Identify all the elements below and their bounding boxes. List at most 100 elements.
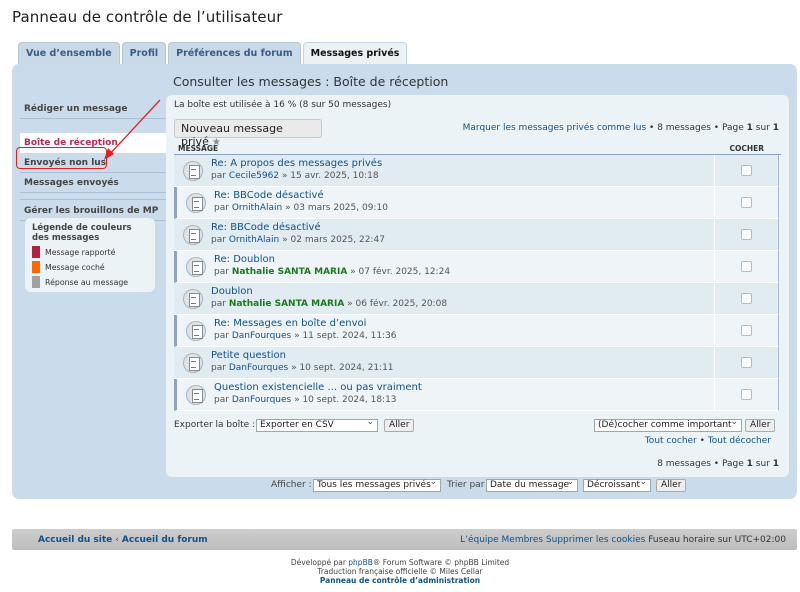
inbox-usage: La boîte est utilisée à 16 % (8 sur 50 m… xyxy=(174,100,392,110)
members-link[interactable]: Membres xyxy=(502,535,544,545)
message-checkbox[interactable] xyxy=(741,293,752,304)
acp-link[interactable]: Panneau de contrôle d’administration xyxy=(320,576,480,585)
page-of: sur xyxy=(755,459,770,469)
legend-label: Réponse au message xyxy=(45,277,129,287)
check-cell xyxy=(714,219,778,250)
message-row: Doublon par Nathalie SANTA MARIA » 06 fév… xyxy=(174,283,779,315)
content-heading: Consulter les messages : Boîte de récept… xyxy=(173,74,449,89)
tab-preferences[interactable]: Préférences du forum xyxy=(168,42,301,64)
message-row: Question existencielle ... ou pas vraime… xyxy=(174,379,779,411)
message-read-icon xyxy=(183,289,203,309)
author-link[interactable]: DanFourques xyxy=(232,395,291,405)
check-cell xyxy=(714,315,778,346)
author-link[interactable]: Nathalie SANTA MARIA xyxy=(232,267,347,277)
author-link[interactable]: OrnithAlain xyxy=(229,235,279,245)
export-select[interactable]: Exporter en CSV xyxy=(256,417,378,432)
message-read-icon xyxy=(186,193,206,213)
message-read-icon xyxy=(183,225,203,245)
legend-swatch xyxy=(32,261,40,273)
message-checkbox[interactable] xyxy=(741,165,752,176)
page-total: 1 xyxy=(772,123,779,133)
message-checkbox[interactable] xyxy=(741,229,752,240)
column-check: COCHER xyxy=(729,144,764,153)
message-date: » 10 sept. 2024, 21:11 xyxy=(291,363,394,373)
sort-select[interactable]: Date du message xyxy=(486,477,578,492)
message-date: » 02 mars 2025, 22:47 xyxy=(282,235,385,245)
message-read-icon xyxy=(186,385,206,405)
order-select[interactable]: Décroissant xyxy=(583,477,651,492)
mark-read-link[interactable]: Marquer les messages privés comme lus xyxy=(463,123,647,133)
message-meta: par Cecile5962 » 15 avr. 2025, 10:18 xyxy=(211,171,379,181)
delete-cookies-link[interactable]: Supprimer les cookies xyxy=(546,535,645,545)
by-label: par xyxy=(211,235,226,245)
message-checkbox[interactable] xyxy=(741,197,752,208)
legend-swatch xyxy=(32,246,40,258)
message-subject-link[interactable]: Petite question xyxy=(211,350,286,361)
author-link[interactable]: DanFourques xyxy=(232,331,291,341)
pager-text: • 8 messages • Page xyxy=(649,123,744,133)
author-link[interactable]: OrnithAlain xyxy=(232,203,282,213)
check-all-link[interactable]: Tout cocher xyxy=(645,436,697,446)
message-date: » 11 sept. 2024, 11:36 xyxy=(294,331,397,341)
uncheck-all-link[interactable]: Tout décocher xyxy=(708,436,771,446)
message-subject-link[interactable]: Doublon xyxy=(211,286,253,297)
credit-prefix: Développé par xyxy=(290,558,346,567)
message-subject-link[interactable]: Re: A propos des messages privés xyxy=(211,158,382,169)
export-go-button[interactable]: Aller xyxy=(384,419,415,432)
color-legend: Légende de couleurs des messages Message… xyxy=(25,218,155,292)
message-subject-link[interactable]: Question existencielle ... ou pas vraime… xyxy=(214,382,422,393)
author-link[interactable]: Nathalie SANTA MARIA xyxy=(229,299,344,309)
message-meta: par Nathalie SANTA MARIA » 06 févr. 2025… xyxy=(211,299,447,309)
message-checkbox[interactable] xyxy=(741,389,752,400)
pager-top: Marquer les messages privés comme lus • … xyxy=(463,123,779,133)
message-row: Re: BBCode désactivé par OrnithAlain » 02… xyxy=(174,219,779,251)
show-select[interactable]: Tous les messages privés xyxy=(313,477,441,492)
message-meta: par DanFourques » 10 sept. 2024, 18:13 xyxy=(214,395,397,405)
author-link[interactable]: DanFourques xyxy=(229,363,288,373)
message-checkbox[interactable] xyxy=(741,357,752,368)
by-label: par xyxy=(211,299,226,309)
tab-overview[interactable]: Vue d’ensemble xyxy=(18,42,120,64)
tab-profile[interactable]: Profil xyxy=(121,42,167,64)
message-subject-link[interactable]: Re: BBCode désactivé xyxy=(214,190,324,201)
legend-item-reported: Message rapporté xyxy=(32,246,148,258)
legend-title: Légende de couleurs des messages xyxy=(32,223,132,243)
annotation-highlight-box xyxy=(16,147,107,169)
message-checkbox[interactable] xyxy=(741,325,752,336)
mark-select[interactable]: (Dé)cocher comme important xyxy=(594,417,742,432)
page-current: 1 xyxy=(746,459,753,469)
message-meta: par DanFourques » 10 sept. 2024, 21:11 xyxy=(211,363,394,373)
acp-link-wrap: Panneau de contrôle d’administration xyxy=(0,576,800,585)
check-cell xyxy=(714,155,778,186)
message-checkbox[interactable] xyxy=(741,261,752,272)
credit-suffix: ® Forum Software © phpBB Limited xyxy=(372,558,510,567)
check-links: Tout cocher • Tout décocher xyxy=(645,436,771,446)
sidebar-item-sent[interactable]: Messages envoyés xyxy=(20,173,167,193)
message-date: » 03 mars 2025, 09:10 xyxy=(285,203,388,213)
message-read-icon xyxy=(186,257,206,277)
message-subject-link[interactable]: Re: BBCode désactivé xyxy=(211,222,321,233)
message-meta: par OrnithAlain » 03 mars 2025, 09:10 xyxy=(214,203,388,213)
by-label: par xyxy=(214,203,229,213)
site-home-link[interactable]: Accueil du site xyxy=(38,535,112,545)
check-cell xyxy=(714,379,778,410)
message-meta: par OrnithAlain » 02 mars 2025, 22:47 xyxy=(211,235,385,245)
mark-go-button[interactable]: Aller xyxy=(745,419,776,432)
page-of: sur xyxy=(755,123,770,133)
forum-home-link[interactable]: Accueil du forum xyxy=(122,535,208,545)
filter-go-button[interactable]: Aller xyxy=(656,479,687,492)
author-link[interactable]: Cecile5962 xyxy=(229,171,279,181)
phpbb-link[interactable]: phpBB xyxy=(348,558,373,567)
message-read-icon xyxy=(183,353,203,373)
tab-private-messages[interactable]: Messages privés xyxy=(302,42,408,66)
message-meta: par Nathalie SANTA MARIA » 07 févr. 2025… xyxy=(214,267,450,277)
page-current: 1 xyxy=(746,123,753,133)
team-link[interactable]: L’équipe xyxy=(460,535,499,545)
message-date: » 10 sept. 2024, 18:13 xyxy=(294,395,397,405)
table-header: MESSAGE COCHER xyxy=(178,144,776,153)
message-date: » 06 févr. 2025, 20:08 xyxy=(347,299,448,309)
message-row: Re: Doublon par Nathalie SANTA MARIA » 07… xyxy=(174,251,779,283)
message-subject-link[interactable]: Re: Messages en boîte d’envoi xyxy=(214,318,366,329)
new-message-button[interactable]: Nouveau message privé ★ xyxy=(174,119,322,148)
message-subject-link[interactable]: Re: Doublon xyxy=(214,254,275,265)
